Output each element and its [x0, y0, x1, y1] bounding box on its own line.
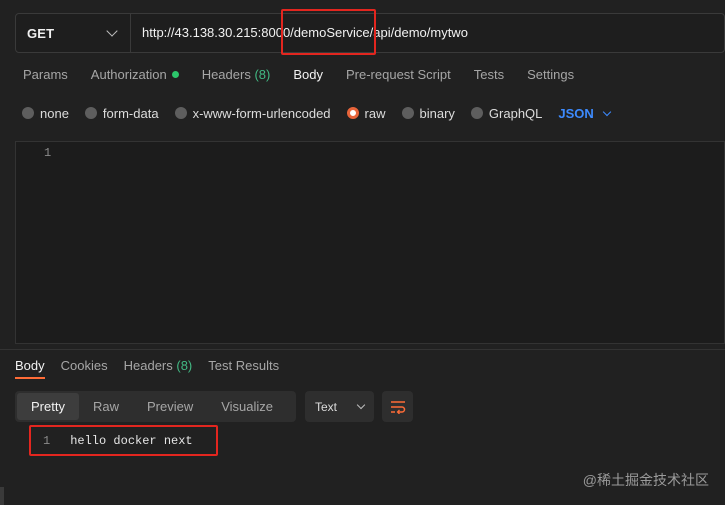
- tab-label: Body: [15, 358, 45, 373]
- radio-icon: [22, 107, 34, 119]
- tab-pre-request-script[interactable]: Pre-request Script: [346, 67, 451, 89]
- tab-authorization[interactable]: Authorization: [91, 67, 179, 89]
- highlight-box: [281, 9, 376, 55]
- radio-icon: [174, 107, 187, 119]
- radio-label: raw: [364, 105, 386, 121]
- request-tabs: Params Authorization Headers (8) Body Pr…: [23, 67, 597, 89]
- highlight-box: [29, 425, 218, 456]
- body-format-label: JSON: [558, 105, 594, 121]
- tab-label: Headers: [201, 67, 251, 82]
- radio-icon: [470, 107, 483, 119]
- body-format-select[interactable]: JSON: [558, 105, 612, 121]
- headers-count: (8): [254, 67, 271, 82]
- radio-label: form-data: [102, 105, 159, 121]
- radio-label: GraphQL: [488, 105, 543, 121]
- view-pretty-button[interactable]: Pretty: [17, 393, 79, 420]
- tab-label: Tests: [473, 67, 505, 82]
- radio-form-data[interactable]: form-data: [84, 105, 159, 121]
- radio-label: x-www-form-urlencoded: [192, 105, 331, 121]
- section-divider: [0, 349, 725, 350]
- radio-selected-icon: [346, 107, 359, 119]
- radio-binary[interactable]: binary: [401, 105, 455, 121]
- watermark: @稀土掘金技术社区: [582, 472, 709, 488]
- radio-label: none: [40, 105, 69, 121]
- response-tab-cookies[interactable]: Cookies: [61, 358, 108, 379]
- view-mode-segment: Pretty Raw Preview Visualize: [15, 391, 296, 422]
- view-preview-button[interactable]: Preview: [133, 393, 207, 420]
- response-format-label: Text: [315, 399, 338, 414]
- response-tabs: Body Cookies Headers (8) Test Results: [15, 358, 295, 379]
- chevron-down-icon: [356, 400, 366, 410]
- radio-icon: [401, 107, 414, 119]
- wrap-lines-icon: [390, 400, 405, 414]
- tab-settings[interactable]: Settings: [527, 67, 574, 89]
- tab-label: Settings: [527, 67, 575, 82]
- radio-urlencoded[interactable]: x-www-form-urlencoded: [174, 105, 331, 121]
- view-visualize-button[interactable]: Visualize: [207, 393, 287, 420]
- tab-label: Headers: [123, 358, 173, 373]
- tab-body[interactable]: Body: [293, 67, 323, 89]
- tab-label: Pre-request Script: [345, 67, 451, 82]
- response-tab-body[interactable]: Body: [15, 358, 45, 379]
- method-select[interactable]: GET: [16, 14, 131, 52]
- tab-label: Authorization: [90, 67, 167, 82]
- tab-headers[interactable]: Headers (8): [202, 67, 271, 89]
- chevron-down-icon: [106, 25, 118, 37]
- tab-tests[interactable]: Tests: [474, 67, 504, 89]
- response-tab-headers[interactable]: Headers (8): [124, 358, 193, 379]
- radio-label: binary: [419, 105, 455, 121]
- request-body-editor[interactable]: 1: [15, 141, 725, 344]
- method-label: GET: [27, 25, 55, 41]
- radio-raw[interactable]: raw: [346, 105, 386, 121]
- response-tab-test-results[interactable]: Test Results: [208, 358, 279, 379]
- view-raw-button[interactable]: Raw: [79, 393, 133, 420]
- wrap-lines-button[interactable]: [382, 391, 413, 422]
- window-edge: [0, 487, 4, 505]
- line-number: 1: [44, 146, 52, 160]
- tab-params[interactable]: Params: [23, 67, 68, 89]
- radio-icon: [84, 107, 97, 119]
- tab-label: Body: [293, 67, 323, 82]
- status-dot-icon: [171, 71, 179, 78]
- tab-label: Test Results: [208, 358, 280, 373]
- headers-count: (8): [176, 358, 193, 373]
- radio-graphql[interactable]: GraphQL: [470, 105, 543, 121]
- body-type-radios: none form-data x-www-form-urlencoded raw…: [22, 104, 612, 122]
- chevron-down-icon: [602, 107, 612, 116]
- tab-label: Params: [23, 67, 68, 82]
- tab-label: Cookies: [60, 358, 108, 373]
- response-format-select[interactable]: Text: [305, 391, 374, 422]
- radio-none[interactable]: none: [22, 106, 69, 121]
